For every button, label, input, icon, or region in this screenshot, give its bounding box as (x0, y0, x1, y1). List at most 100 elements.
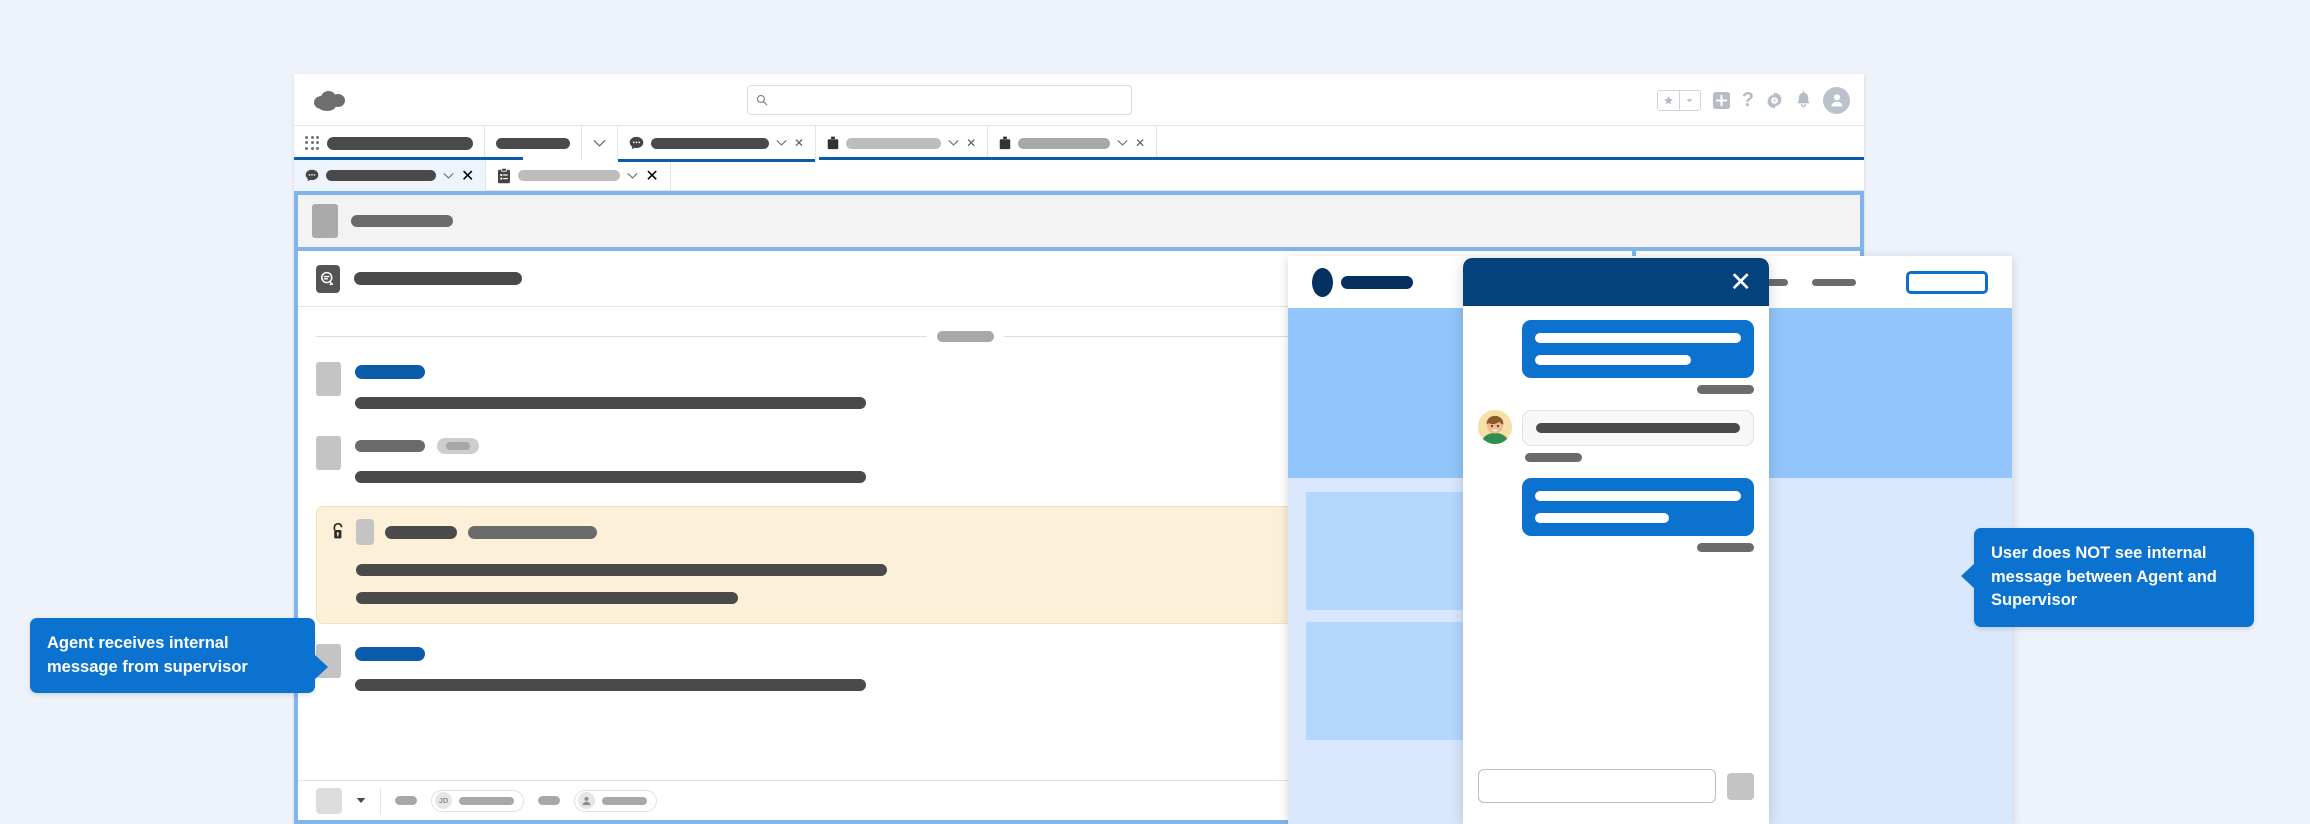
callout-tail (314, 654, 328, 680)
customer-site-window: ✕ (1288, 256, 2012, 824)
feed-item-author[interactable] (355, 440, 425, 452)
chat-bubble-agent (1522, 478, 1754, 536)
chip-label (459, 796, 514, 805)
caret-down-icon[interactable] (356, 797, 366, 804)
chat-bubble-customer (1522, 410, 1754, 446)
internal-message-author[interactable] (385, 525, 457, 539)
workspace-tab-case-1[interactable]: ✕ (816, 126, 989, 160)
chevron-down-icon[interactable] (627, 172, 639, 180)
chat-timestamp (1697, 385, 1754, 394)
plus-box-icon[interactable] (1712, 91, 1731, 110)
agent-avatar-icon (578, 792, 595, 809)
tab-row-underline-right (819, 157, 1864, 160)
chat-compose-area (1463, 762, 1769, 824)
close-tab-icon[interactable]: ✕ (1135, 137, 1145, 149)
nav-item-dropdown-tab[interactable] (582, 126, 618, 160)
feed-item-text-line (355, 678, 866, 691)
record-highlights-header (298, 195, 1860, 247)
close-tab-icon[interactable]: ✕ (794, 137, 804, 149)
chat-timestamp (1697, 543, 1754, 552)
gear-icon[interactable] (1765, 91, 1784, 110)
chevron-down-icon[interactable] (776, 139, 787, 147)
chevron-down-icon[interactable] (948, 139, 959, 147)
avatar (356, 519, 374, 545)
salesforce-cloud-logo[interactable] (312, 88, 348, 112)
chevron-down-icon[interactable] (443, 172, 454, 180)
close-tab-icon[interactable]: ✕ (966, 137, 976, 149)
internal-message-text-line (356, 563, 887, 576)
avatar (316, 362, 341, 396)
recipient-chip[interactable] (574, 789, 657, 812)
internal-message-text-line (356, 591, 738, 604)
feed-item-tag-label (446, 442, 470, 450)
close-sub-tab-icon[interactable]: ✕ (645, 166, 658, 186)
feed-title (354, 272, 522, 285)
clipboard-icon (498, 167, 511, 183)
nav-item-tab[interactable] (485, 126, 582, 160)
chat-message-log[interactable] (1463, 306, 1769, 762)
feed-item-author[interactable] (355, 365, 425, 379)
search-icon (756, 94, 768, 106)
record-tile-icon (312, 204, 338, 238)
case-briefcase-icon (827, 136, 839, 150)
sub-tab-details[interactable]: ✕ (486, 160, 671, 191)
chat-message-incoming (1478, 410, 1754, 446)
question-mark-icon[interactable]: ? (1742, 90, 1754, 110)
primary-tab-bar: ✕ ✕ ✕ (294, 126, 1864, 162)
chat-text-line (1535, 491, 1741, 501)
close-x-icon[interactable]: ✕ (1729, 268, 1752, 296)
publisher-type-select[interactable] (316, 787, 342, 814)
divider (380, 787, 381, 814)
feed-item-text-line (355, 470, 866, 483)
chat-bubble-agent (1522, 320, 1754, 378)
nav-item-label (496, 137, 570, 149)
user-callout: User does NOT see internal message betwe… (1961, 528, 2254, 627)
feed-item-text-line (355, 396, 866, 409)
agent-callout: Agent receives internal message from sup… (30, 618, 328, 694)
site-logo-icon[interactable] (1312, 267, 1333, 297)
star-icon[interactable] (1658, 91, 1679, 110)
global-search-input[interactable] (747, 85, 1132, 115)
recipient-chip[interactable]: JD (431, 789, 524, 812)
user-callout-text: User does NOT see internal message betwe… (1991, 544, 2217, 610)
record-title (351, 215, 453, 227)
favorites-control[interactable] (1656, 89, 1701, 111)
internal-message-recipient[interactable] (468, 525, 597, 539)
sub-tab-label (518, 170, 621, 181)
divider-line (316, 336, 927, 337)
chat-message-input[interactable] (1478, 769, 1716, 803)
site-cta-label (1921, 279, 1973, 285)
feed-item-tag (437, 438, 479, 454)
customer-chat-widget: ✕ (1463, 258, 1769, 824)
site-cta-button[interactable] (1906, 270, 1988, 294)
site-content-block (1306, 622, 1466, 740)
chat-text-line (1536, 423, 1740, 433)
app-launcher-waffle-icon[interactable] (305, 135, 320, 151)
agent-callout-text: Agent receives internal message from sup… (47, 634, 248, 676)
bell-icon[interactable] (1795, 90, 1812, 110)
chevron-down-icon[interactable] (1117, 139, 1128, 147)
workspace-tab-case-2[interactable]: ✕ (988, 126, 1158, 160)
site-nav-link[interactable] (1812, 278, 1856, 286)
avatar (316, 436, 341, 470)
workspace-tab-label (651, 137, 769, 149)
profile-avatar[interactable] (1823, 86, 1850, 114)
tab-row-underline-left (294, 157, 523, 160)
chat-timestamp (1525, 453, 1582, 462)
chat-widget-header: ✕ (1463, 258, 1769, 306)
app-tab[interactable] (294, 126, 485, 160)
customer-avatar-icon (1478, 410, 1512, 444)
feed-item-author[interactable] (355, 647, 425, 661)
site-content-block (1306, 492, 1466, 610)
chevron-down-icon[interactable] (1678, 90, 1700, 110)
send-button[interactable] (1727, 772, 1754, 800)
app-tab-label (327, 136, 473, 150)
chip-label (602, 796, 647, 805)
close-sub-tab-icon[interactable]: ✕ (461, 166, 474, 186)
chevron-down-icon[interactable] (593, 139, 606, 148)
chat-bubble-icon (305, 169, 319, 182)
sub-tab-chat[interactable]: ✕ (294, 160, 487, 191)
chat-text-line (1535, 333, 1741, 343)
site-brand-name (1341, 275, 1413, 289)
workspace-tab-chat[interactable]: ✕ (618, 126, 817, 162)
